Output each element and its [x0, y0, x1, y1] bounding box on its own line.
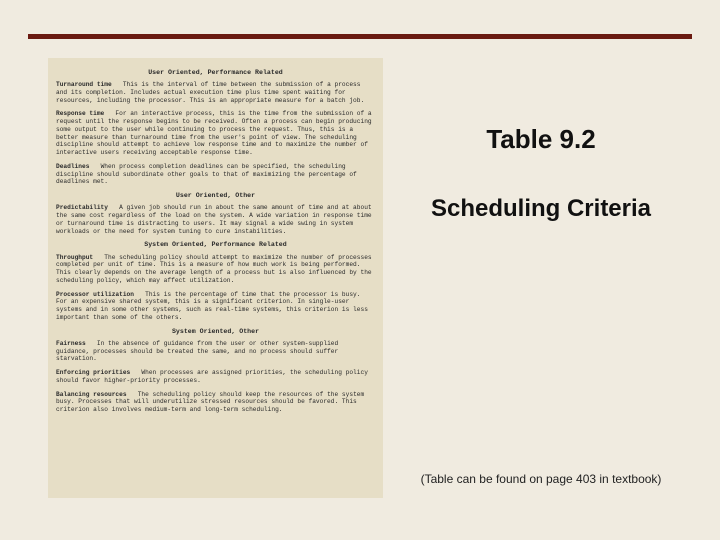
criteria-entry: Processor utilization This is the percen…	[56, 291, 375, 322]
title-main: Table 9.2	[402, 124, 680, 155]
criteria-entry: Response time For an interactive process…	[56, 110, 375, 157]
criteria-term: Response time	[56, 110, 104, 117]
criteria-desc: When process completion deadlines can be…	[56, 163, 357, 186]
group-heading: System Oriented, Performance Related	[56, 241, 375, 249]
criteria-desc: The scheduling policy should attempt to …	[56, 254, 372, 284]
title-sub: Scheduling Criteria	[402, 195, 680, 223]
criteria-term: Enforcing priorities	[56, 369, 130, 376]
criteria-term: Balancing resources	[56, 391, 127, 398]
criteria-term: Fairness	[56, 340, 86, 347]
footnote: (Table can be found on page 403 in textb…	[402, 472, 680, 486]
criteria-entry: Predictability A given job should run in…	[56, 204, 375, 235]
slide: User Oriented, Performance Related Turnar…	[0, 0, 720, 540]
criteria-desc: In the absence of guidance from the user…	[56, 340, 338, 363]
criteria-desc: For an interactive process, this is the …	[56, 110, 372, 156]
criteria-term: Deadlines	[56, 163, 89, 170]
criteria-entry: Enforcing priorities When processes are …	[56, 369, 375, 385]
criteria-term: Predictability	[56, 204, 108, 211]
criteria-term: Processor utilization	[56, 291, 134, 298]
criteria-entry: Throughput The scheduling policy should …	[56, 254, 375, 285]
group-heading: System Oriented, Other	[56, 328, 375, 336]
group-heading: User Oriented, Other	[56, 192, 375, 200]
criteria-entry: Fairness In the absence of guidance from…	[56, 340, 375, 363]
criteria-term: Throughput	[56, 254, 93, 261]
top-rule	[28, 34, 692, 39]
criteria-entry: Balancing resources The scheduling polic…	[56, 391, 375, 414]
criteria-entry: Turnaround time This is the interval of …	[56, 81, 375, 104]
group-heading: User Oriented, Performance Related	[56, 69, 375, 77]
criteria-term: Turnaround time	[56, 81, 112, 88]
criteria-entry: Deadlines When process completion deadli…	[56, 163, 375, 186]
criteria-panel: User Oriented, Performance Related Turnar…	[48, 58, 383, 498]
